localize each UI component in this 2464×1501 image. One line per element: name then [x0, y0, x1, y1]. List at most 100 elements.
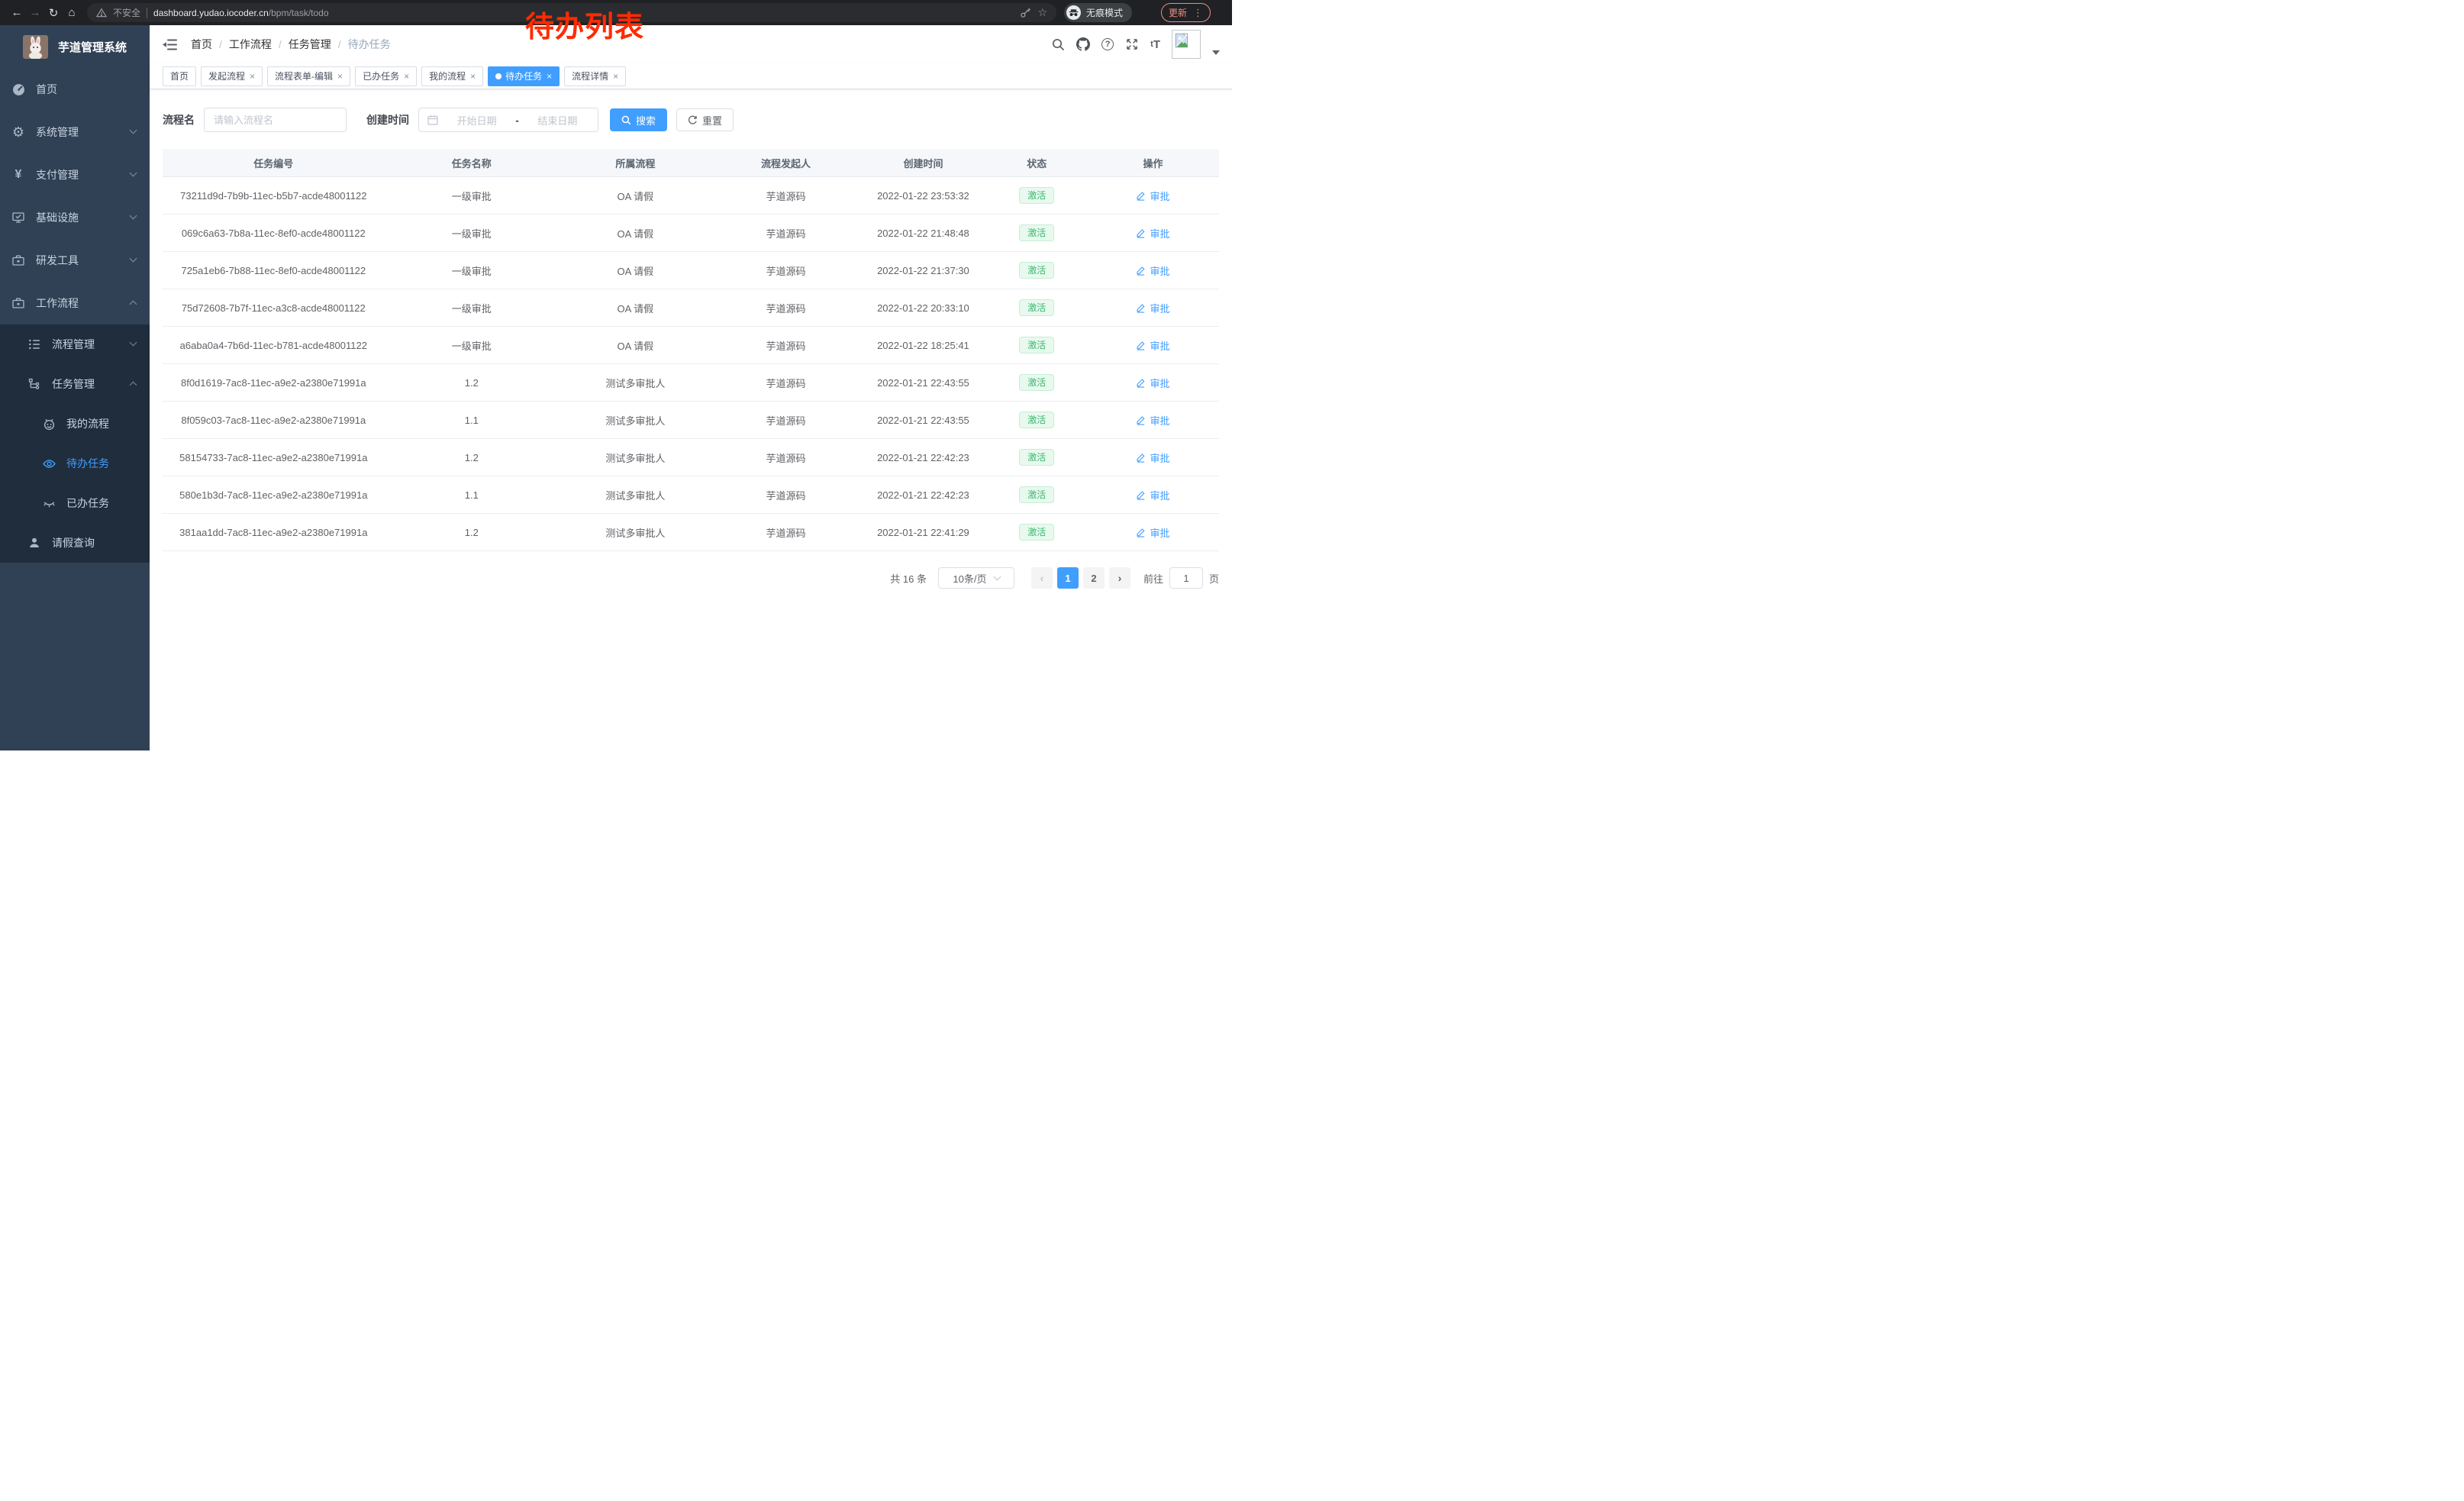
font-size-icon[interactable]: tT [1150, 38, 1160, 51]
table-row: 8f059c03-7ac8-11ec-a9e2-a2380e71991a1.1测… [163, 402, 1219, 439]
table-row: 73211d9d-7b9b-11ec-b5b7-acde48001122一级审批… [163, 177, 1219, 215]
sidebar-item-leave-query[interactable]: 请假查询 [0, 523, 150, 563]
avatar-caret-icon[interactable] [1212, 50, 1220, 55]
dashboard-icon [11, 83, 25, 96]
github-icon[interactable] [1076, 37, 1090, 51]
tab-todo-task[interactable]: 待办任务× [488, 66, 560, 86]
content: 流程名 创建时间 开始日期 - 结束日期 搜索 [150, 89, 1232, 750]
next-page-button[interactable]: › [1109, 567, 1130, 589]
approve-link[interactable]: 审批 [1136, 338, 1169, 353]
breadcrumb-item: 待办任务 [348, 37, 391, 52]
approve-link[interactable]: 审批 [1136, 226, 1169, 240]
sidebar-item-process-management[interactable]: 流程管理 [0, 324, 150, 364]
cell-action: 审批 [1087, 226, 1219, 240]
tab-process-form-edit[interactable]: 流程表单-编辑× [267, 66, 350, 86]
process-name-label: 流程名 [163, 112, 195, 128]
avatar[interactable] [1172, 30, 1201, 59]
pagination: 共 16 条 10条/页 ‹ 12 › 前往 页 [163, 567, 1219, 589]
browser-back-button[interactable]: ← [8, 6, 26, 19]
approve-link[interactable]: 审批 [1136, 263, 1169, 278]
sidebar-collapse-button[interactable] [163, 38, 177, 51]
key-icon[interactable] [1020, 7, 1031, 18]
close-icon[interactable]: × [612, 71, 618, 82]
sidebar-item-payment-management[interactable]: ¥支付管理 [0, 153, 150, 196]
approve-link[interactable]: 审批 [1136, 376, 1169, 390]
reset-button[interactable]: 重置 [676, 108, 734, 131]
close-icon[interactable]: × [403, 71, 409, 82]
search-button[interactable]: 搜索 [610, 108, 667, 131]
sidebar-item-dev-tools[interactable]: 研发工具 [0, 239, 150, 282]
process-name-input[interactable] [204, 108, 347, 132]
search-icon[interactable] [1052, 38, 1065, 51]
create-time-range-picker[interactable]: 开始日期 - 结束日期 [418, 108, 598, 132]
cell-process: OA 请假 [559, 226, 712, 240]
approve-link[interactable]: 审批 [1136, 525, 1169, 540]
sidebar-item-workflow[interactable]: 工作流程 [0, 282, 150, 324]
header-actions: ? tT [1052, 30, 1220, 59]
browser-forward-button[interactable]: → [26, 6, 44, 19]
page-size-select[interactable]: 10条/页 [938, 567, 1014, 589]
tab-start-process[interactable]: 发起流程× [201, 66, 263, 86]
status-badge: 激活 [1019, 262, 1054, 279]
approve-link[interactable]: 审批 [1136, 301, 1169, 315]
sidebar-item-task-management[interactable]: 任务管理 [0, 364, 150, 404]
cell-starter: 芋道源码 [712, 413, 860, 428]
table-row: 8f0d1619-7ac8-11ec-a9e2-a2380e71991a1.2测… [163, 364, 1219, 402]
tab-done-task[interactable]: 已办任务× [355, 66, 417, 86]
page-button-1[interactable]: 1 [1057, 567, 1079, 589]
goto-page-input[interactable] [1169, 567, 1203, 589]
sidebar-item-infrastructure[interactable]: 基础设施 [0, 196, 150, 239]
close-icon[interactable]: × [546, 71, 552, 82]
approve-link[interactable]: 审批 [1136, 450, 1169, 465]
breadcrumb-item[interactable]: 工作流程 [229, 37, 272, 52]
sidebar-item-my-process[interactable]: 我的流程 [0, 404, 150, 444]
breadcrumb-separator: / [279, 38, 282, 50]
filter-form: 流程名 创建时间 开始日期 - 结束日期 搜索 [163, 108, 1219, 132]
column-header: 创建时间 [859, 156, 986, 170]
close-icon[interactable]: × [249, 71, 255, 82]
approve-link[interactable]: 审批 [1136, 189, 1169, 203]
browser-update-button[interactable]: 更新 ⋮ [1161, 3, 1211, 22]
close-icon[interactable]: × [337, 71, 343, 82]
breadcrumb-item[interactable]: 任务管理 [289, 37, 331, 52]
yen-icon: ¥ [11, 169, 25, 181]
browser-menu-icon[interactable]: ⋮ [1193, 7, 1203, 19]
page-unit: 页 [1209, 571, 1219, 586]
toolbox-icon [11, 297, 25, 309]
approve-label: 审批 [1150, 376, 1169, 390]
bookmark-star-icon[interactable]: ☆ [1037, 6, 1047, 19]
chevron-down-icon [130, 255, 137, 263]
help-icon[interactable]: ? [1101, 38, 1114, 50]
chevron-up-icon [130, 382, 137, 389]
browser-home-button[interactable]: ⌂ [63, 6, 81, 19]
user-icon [27, 537, 41, 549]
tab-my-process[interactable]: 我的流程× [421, 66, 483, 86]
cell-id: 8f059c03-7ac8-11ec-a9e2-a2380e71991a [163, 415, 385, 426]
prev-page-button[interactable]: ‹ [1031, 567, 1053, 589]
sidebar-item-todo-task[interactable]: 待办任务 [0, 444, 150, 483]
cell-starter: 芋道源码 [712, 376, 860, 390]
cell-id: 58154733-7ac8-11ec-a9e2-a2380e71991a [163, 452, 385, 463]
breadcrumb-item[interactable]: 首页 [191, 37, 212, 52]
page-buttons: 12 [1055, 567, 1107, 589]
sidebar-item-done-task[interactable]: 已办任务 [0, 483, 150, 523]
cell-status: 激活 [986, 262, 1086, 279]
close-icon[interactable]: × [469, 71, 476, 82]
approve-link[interactable]: 审批 [1136, 413, 1169, 428]
approve-link[interactable]: 审批 [1136, 488, 1169, 502]
cell-time: 2022-01-21 22:41:29 [859, 527, 986, 538]
page-button-2[interactable]: 2 [1083, 567, 1105, 589]
table-row: 580e1b3d-7ac8-11ec-a9e2-a2380e71991a1.1测… [163, 476, 1219, 514]
app-logo [23, 35, 48, 59]
sidebar-item-label: 基础设施 [36, 210, 79, 225]
sidebar-item-system-management[interactable]: ⚙系统管理 [0, 111, 150, 153]
toolbox-icon [11, 254, 25, 266]
tab-home[interactable]: 首页 [163, 66, 196, 86]
sidebar-item-home[interactable]: 首页 [0, 68, 150, 111]
cell-status: 激活 [986, 449, 1086, 466]
chevron-down-icon [130, 339, 137, 347]
tab-process-detail[interactable]: 流程详情× [564, 66, 626, 86]
browser-reload-button[interactable]: ↻ [44, 6, 63, 20]
cell-starter: 芋道源码 [712, 450, 860, 465]
fullscreen-icon[interactable] [1125, 37, 1139, 51]
